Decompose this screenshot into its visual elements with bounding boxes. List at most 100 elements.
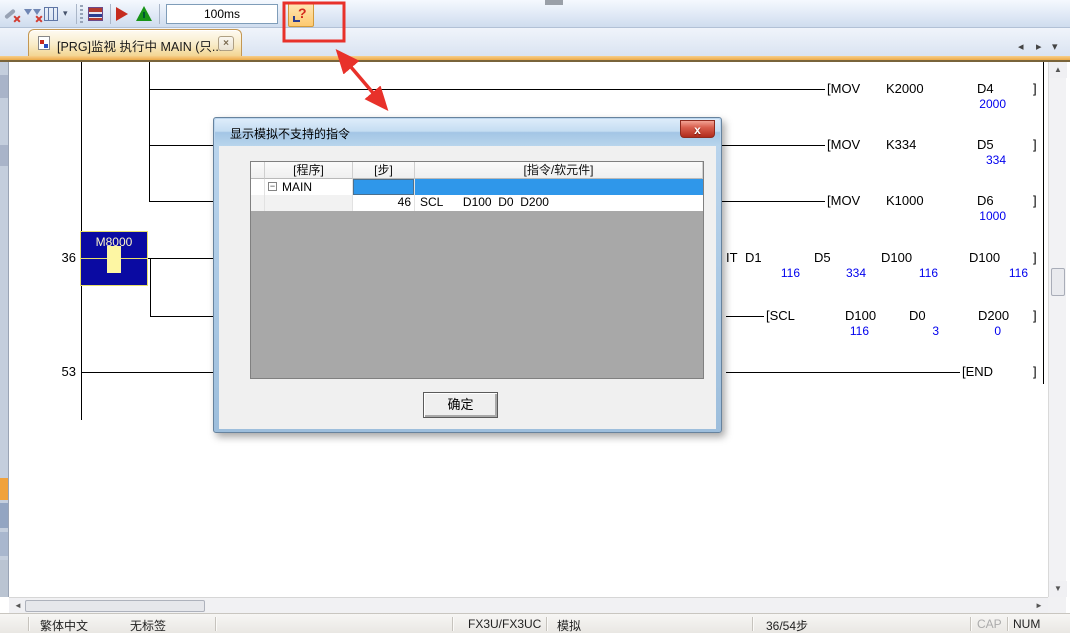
contact-on-bar	[107, 246, 121, 273]
status-mode: 模拟	[557, 617, 581, 633]
tab-nav-right-icon[interactable]: ▸	[1036, 40, 1042, 53]
collapse-icon[interactable]: −	[268, 182, 277, 191]
tab-nav-left-icon[interactable]: ◂	[1018, 40, 1024, 53]
dock-segment[interactable]	[0, 145, 8, 166]
scroll-right-icon[interactable]: ►	[1030, 598, 1048, 614]
step-cell[interactable]: 46	[353, 195, 415, 211]
monitor-value: 334	[962, 153, 1006, 167]
instruction-opcode[interactable]: [SCL	[764, 308, 797, 323]
run-play-icon[interactable]	[116, 5, 134, 23]
ladder-wire	[150, 316, 214, 317]
instruction-operand[interactable]: K2000	[884, 81, 926, 96]
program-cell[interactable]: − MAIN	[265, 179, 353, 195]
scroll-up-icon[interactable]: ▲	[1049, 62, 1067, 78]
monitor-value: 1000	[962, 209, 1006, 223]
instruction-cell[interactable]: SCL D100 D0 D200	[415, 195, 704, 211]
header-instruction[interactable]: [指令/软元件]	[415, 162, 703, 179]
ladder-branch-line	[150, 258, 151, 317]
scan-time-field[interactable]: 100ms	[166, 4, 278, 24]
dock-segment-active[interactable]	[0, 478, 8, 500]
vertical-scroll-thumb[interactable]	[1051, 268, 1065, 296]
header-blank	[251, 162, 265, 179]
instruction-operand[interactable]: D0	[907, 308, 928, 323]
toolbar-overflow-icon[interactable]: ▾	[63, 8, 68, 19]
list-header-row: [程序] [步] [指令/软元件]	[251, 162, 703, 179]
dialog-close-button[interactable]: x	[680, 120, 715, 138]
instruction-bracket: ]	[1031, 250, 1039, 265]
document-tabstrip: [PRG]监视 执行中 MAIN (只... × ◂ ▸ ▾	[0, 28, 1070, 62]
instruction-operand[interactable]: K334	[884, 137, 918, 152]
monitor-value: 0	[957, 324, 1001, 338]
program-monitor-icon	[38, 36, 50, 50]
instruction-operand[interactable]: D6	[975, 193, 996, 208]
instruction-bracket: ]	[1031, 137, 1039, 152]
contact-m8000[interactable]: M8000	[80, 231, 148, 286]
vertical-scrollbar[interactable]: ▲ ▼	[1048, 62, 1066, 597]
toolbar-separator	[110, 4, 111, 24]
instruction-operand[interactable]: D4	[975, 81, 996, 96]
status-plc-type: FX3U/FX3UC	[468, 617, 541, 631]
dock-segment[interactable]	[0, 75, 8, 98]
step-warning-icon[interactable]	[136, 5, 154, 23]
instruction-opcode[interactable]: [MOV	[825, 137, 862, 152]
header-program[interactable]: [程序]	[265, 162, 353, 179]
row-gutter-cell	[251, 179, 265, 195]
instruction-opcode[interactable]: [MOV	[825, 193, 862, 208]
horizontal-scroll-thumb[interactable]	[25, 600, 205, 612]
list-row-instruction[interactable]: 46 SCL D100 D0 D200	[251, 195, 703, 211]
status-separator	[452, 617, 453, 631]
tab-close-icon[interactable]: ×	[218, 36, 234, 51]
instruction-opcode[interactable]: [END	[960, 364, 995, 379]
tab-prg-monitor-main[interactable]: [PRG]监视 执行中 MAIN (只... ×	[28, 29, 242, 56]
ladder-wire	[726, 316, 766, 317]
scroll-down-icon[interactable]: ▼	[1049, 581, 1067, 597]
instruction-operand[interactable]: D100	[843, 308, 878, 323]
status-steps: 36/54步	[766, 617, 808, 633]
ladder-wire	[148, 258, 214, 259]
status-separator	[215, 617, 216, 631]
toolbar-separator	[76, 4, 77, 24]
simulation-start-stop-icon[interactable]	[88, 5, 106, 23]
unsupported-instruction-list[interactable]: [程序] [步] [指令/软元件] − MAIN 46	[250, 161, 704, 379]
instruction-operand[interactable]: D100	[879, 250, 914, 265]
ladder-branch-line	[149, 62, 150, 202]
header-step[interactable]: [步]	[353, 162, 415, 179]
dialog-body: [程序] [步] [指令/软元件] − MAIN 46	[219, 146, 716, 429]
selected-instruction-cell[interactable]	[415, 179, 704, 195]
status-num-lock: NUM	[1013, 617, 1040, 631]
instruction-bracket: ]	[1031, 193, 1039, 208]
scrollbar-corner	[1048, 597, 1066, 613]
toolbar-drag-handle[interactable]	[80, 5, 83, 23]
instruction-opcode-partial[interactable]: IT	[724, 250, 740, 265]
tab-nav-menu-icon[interactable]: ▾	[1052, 40, 1058, 53]
horizontal-scrollbar[interactable]: ◄ ►	[9, 597, 1048, 613]
instruction-operand[interactable]: D100	[967, 250, 1002, 265]
instruction-bracket: ]	[1031, 81, 1039, 96]
status-separator	[970, 617, 971, 631]
tool-download-icon[interactable]	[24, 5, 42, 23]
close-icon: x	[694, 123, 701, 137]
selected-step-cell[interactable]	[353, 179, 415, 195]
instruction-operand[interactable]: D5	[975, 137, 996, 152]
instruction-operand[interactable]: D5	[812, 250, 833, 265]
ok-button[interactable]: 确定	[423, 392, 498, 418]
dialog-titlebar[interactable]: 显示模拟不支持的指令	[215, 119, 720, 146]
instruction-operand[interactable]: D200	[976, 308, 1011, 323]
tool-ladder-grid-icon[interactable]	[44, 5, 62, 23]
monitor-value: 116	[984, 266, 1028, 280]
app-window: ▾ 100ms ? [PRG]监视 执行中 MAIN (只... × ◂ ▸ ▾	[0, 0, 1070, 633]
instruction-operand[interactable]: D1	[743, 250, 764, 265]
ladder-wire	[726, 372, 962, 373]
dock-segment[interactable]	[0, 560, 8, 597]
monitor-value: 116	[756, 266, 800, 280]
show-unsupported-instructions-button[interactable]: ?	[288, 3, 314, 27]
dock-segment[interactable]	[0, 532, 8, 556]
instruction-operand[interactable]: K1000	[884, 193, 926, 208]
instruction-opcode[interactable]: [MOV	[825, 81, 862, 96]
toolbar-separator	[159, 4, 160, 24]
dock-segment[interactable]	[0, 503, 8, 528]
row-gutter-cell	[251, 195, 265, 211]
list-row-program[interactable]: − MAIN	[251, 179, 703, 195]
tool-options-icon[interactable]	[2, 5, 20, 23]
tab-label: [PRG]监视 执行中 MAIN (只...	[57, 36, 222, 55]
